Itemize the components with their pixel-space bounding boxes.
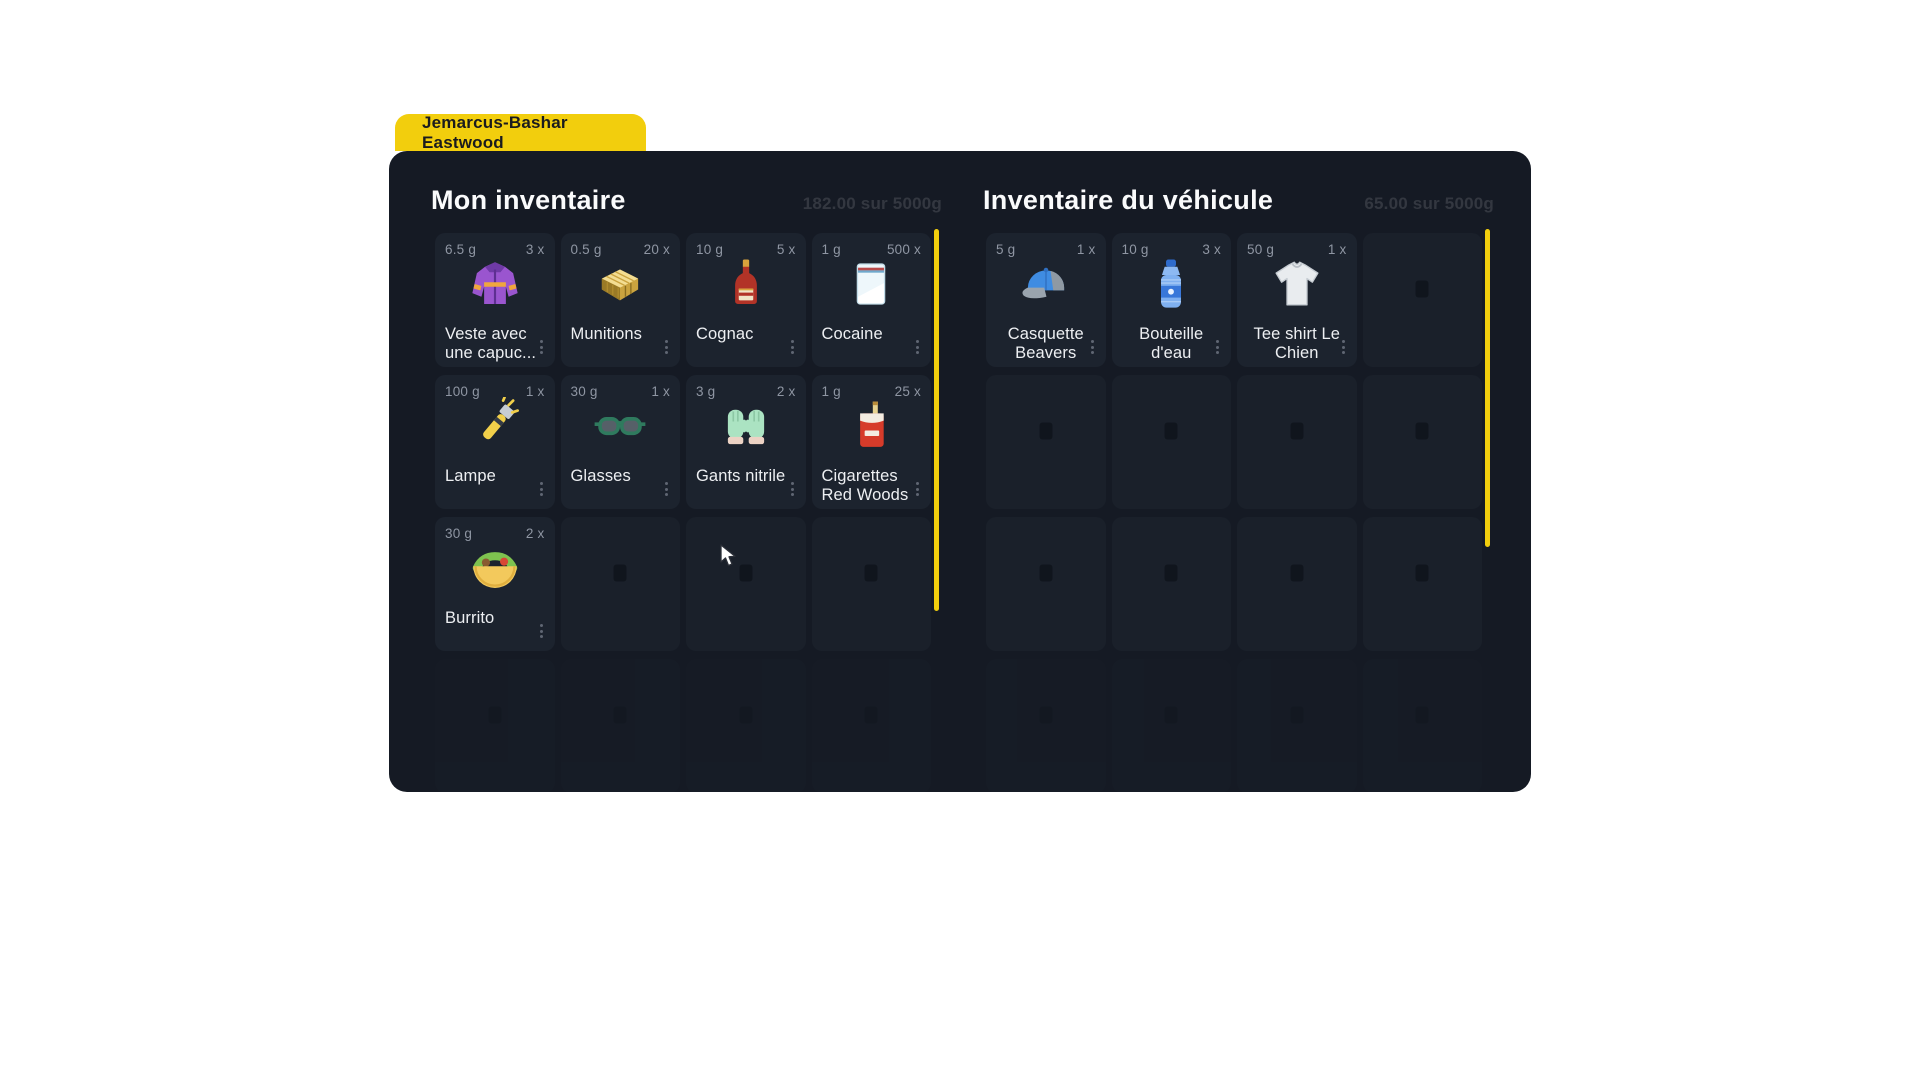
water-bottle-icon (1142, 255, 1200, 313)
empty-slot[interactable] (1112, 517, 1232, 651)
item-card[interactable]: 10 g3 xBouteille d'eau (1112, 233, 1232, 367)
player-inventory-capacity: 182.00 sur 5000g (803, 194, 942, 214)
empty-slot (1363, 659, 1483, 792)
vehicle-inventory-title: Inventaire du véhicule (983, 185, 1273, 216)
empty-slot[interactable] (1112, 375, 1232, 509)
item-options-button[interactable] (538, 622, 545, 640)
item-name: Lampe (445, 467, 539, 486)
item-count: 1 x (526, 384, 545, 399)
empty-slot (435, 659, 555, 792)
item-name: Cigarettes Red Woods (822, 467, 916, 505)
empty-slot (561, 659, 681, 792)
hooded-jacket-icon (466, 255, 524, 313)
item-card[interactable]: 6.5 g3 xVeste avec une capuc... (435, 233, 555, 367)
item-count: 2 x (526, 526, 545, 541)
empty-slot (812, 659, 932, 792)
vehicle-inventory-grid: 5 g1 xCasquette Beavers10 g3 xBouteille … (986, 233, 1482, 792)
item-card[interactable]: 5 g 1 x Casquette Beavers (986, 233, 1106, 367)
item-count: 3 x (526, 242, 545, 257)
item-card[interactable]: 3 g 2 x Gants nitrile (686, 375, 806, 509)
taco-icon (466, 539, 524, 597)
item-card[interactable]: 50 g1 xTee shirt Le Chien (1237, 233, 1357, 367)
item-card[interactable]: 1 g500 xCocaine (812, 233, 932, 367)
player-inventory-title: Mon inventaire (431, 185, 626, 216)
flashlight-icon (466, 397, 524, 455)
item-options-button[interactable] (1340, 338, 1347, 356)
empty-slot[interactable] (1237, 517, 1357, 651)
item-name: Cocaine (822, 325, 916, 344)
item-name: Bouteille d'eau (1125, 325, 1219, 363)
item-options-button[interactable] (789, 338, 796, 356)
ammo-icon (591, 255, 649, 313)
item-options-button[interactable] (1089, 338, 1096, 356)
item-name: Glasses (571, 467, 665, 486)
cigarette-pack-icon (842, 397, 900, 455)
empty-slot (1237, 659, 1357, 792)
item-count: 2 x (777, 384, 796, 399)
player-inventory-grid: 6.5 g3 xVeste avec une capuc...0.5 g20 x… (435, 233, 931, 792)
item-count: 1 x (651, 384, 670, 399)
item-name: Tee shirt Le Chien (1250, 325, 1344, 363)
item-name: Veste avec une capuc... (445, 325, 539, 363)
item-count: 5 x (777, 242, 796, 257)
item-card[interactable]: 100 g1 xLampe (435, 375, 555, 509)
item-options-button[interactable] (663, 480, 670, 498)
inventory-panel: Mon inventaire 182.00 sur 5000g Inventai… (389, 151, 1531, 792)
empty-slot[interactable] (812, 517, 932, 651)
item-weight: 1 g (822, 384, 841, 399)
item-card[interactable]: 30 g1 xGlasses (561, 375, 681, 509)
item-weight: 3 g (696, 384, 715, 399)
item-options-button[interactable] (914, 338, 921, 356)
item-options-button[interactable] (914, 480, 921, 498)
item-card[interactable]: 0.5 g20 xMunitions (561, 233, 681, 367)
nitrile-gloves-icon (717, 397, 775, 455)
item-weight: 1 g (822, 242, 841, 257)
item-options-button[interactable] (1214, 338, 1221, 356)
empty-slot[interactable] (1363, 233, 1483, 367)
empty-slot[interactable] (1237, 375, 1357, 509)
player-inventory-header: Mon inventaire 182.00 sur 5000g (431, 185, 942, 216)
item-weight: 5 g (996, 242, 1015, 257)
cap-icon (1017, 255, 1075, 313)
sunglasses-icon (591, 397, 649, 455)
item-options-button[interactable] (538, 338, 545, 356)
empty-slot (986, 659, 1106, 792)
vehicle-inventory-header: Inventaire du véhicule 65.00 sur 5000g (983, 185, 1494, 216)
item-name: Munitions (571, 325, 665, 344)
empty-slot[interactable] (561, 517, 681, 651)
empty-slot[interactable] (986, 517, 1106, 651)
item-name: Gants nitrile (696, 467, 790, 486)
item-options-button[interactable] (663, 338, 670, 356)
item-card[interactable]: 1 g25 xCigarettes Red Woods (812, 375, 932, 509)
character-name: Jemarcus-Bashar Eastwood (422, 113, 646, 153)
empty-slot (1112, 659, 1232, 792)
screen: Jemarcus-Bashar Eastwood Mon inventaire … (0, 0, 1920, 1080)
tshirt-icon (1268, 255, 1326, 313)
item-name: Cognac (696, 325, 790, 344)
empty-slot[interactable] (1363, 375, 1483, 509)
character-name-tab: Jemarcus-Bashar Eastwood (395, 114, 646, 151)
item-count: 1 x (1077, 242, 1096, 257)
cognac-bottle-icon (717, 255, 775, 313)
player-capacity-bar (934, 229, 939, 611)
item-count: 3 x (1202, 242, 1221, 257)
item-name: Burrito (445, 609, 539, 628)
mouse-cursor (720, 544, 737, 568)
empty-slot (686, 659, 806, 792)
empty-slot[interactable] (986, 375, 1106, 509)
cocaine-bag-icon (842, 255, 900, 313)
item-options-button[interactable] (789, 480, 796, 498)
item-card[interactable]: 30 g2 xBurrito (435, 517, 555, 651)
item-count: 1 x (1328, 242, 1347, 257)
vehicle-inventory-capacity: 65.00 sur 5000g (1364, 194, 1494, 214)
vehicle-capacity-bar (1485, 229, 1490, 547)
item-card[interactable]: 10 g5 xCognac (686, 233, 806, 367)
empty-slot[interactable] (686, 517, 806, 651)
empty-slot[interactable] (1363, 517, 1483, 651)
item-name: Casquette Beavers (999, 325, 1093, 363)
item-options-button[interactable] (538, 480, 545, 498)
